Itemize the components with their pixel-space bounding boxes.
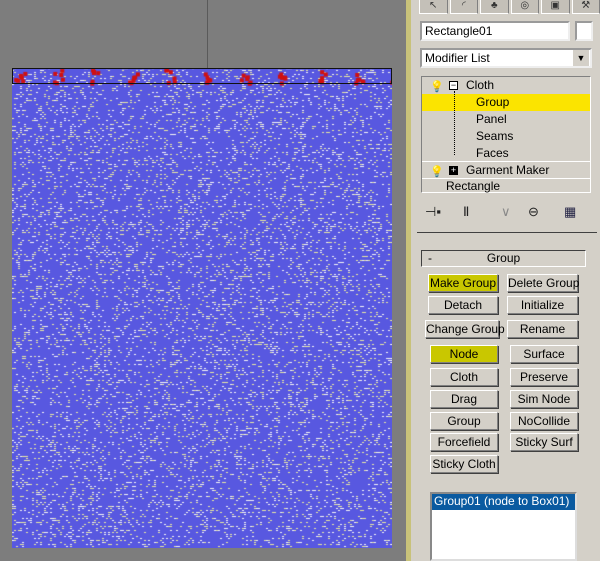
- stack-label: Panel: [476, 112, 507, 126]
- group-button[interactable]: Group: [430, 412, 498, 430]
- group-list-item[interactable]: Group01 (node to Box01): [432, 494, 575, 510]
- nocollide-button[interactable]: NoCollide: [510, 412, 578, 430]
- surface-button[interactable]: Surface: [510, 345, 578, 363]
- stack-label: Group: [476, 95, 510, 109]
- stack-subitem-group[interactable]: Group: [422, 94, 590, 111]
- make-unique-icon[interactable]: ∨: [501, 204, 511, 220]
- remove-modifier-icon[interactable]: ⊖: [528, 204, 539, 220]
- delete-group-button[interactable]: Delete Group: [507, 274, 579, 292]
- chevron-down-icon: ▼: [573, 50, 589, 66]
- cloth-mesh[interactable]: [12, 68, 392, 548]
- motion-tab-icon[interactable]: ◎: [510, 0, 539, 14]
- stack-item-cloth[interactable]: 💡 − Cloth: [422, 77, 590, 94]
- modifier-list-label: Modifier List: [425, 51, 490, 65]
- stack-label: Garment Maker: [466, 163, 550, 177]
- sticky-cloth-button[interactable]: Sticky Cloth: [430, 455, 498, 473]
- rollout-header-group[interactable]: - Group: [421, 250, 586, 267]
- modify-tab-icon[interactable]: ◜: [449, 0, 478, 14]
- group-list[interactable]: Group01 (node to Box01): [430, 492, 577, 561]
- tree-line: [454, 91, 455, 155]
- drag-button[interactable]: Drag: [430, 390, 498, 408]
- stack-item-garment-maker[interactable]: 💡 + Garment Maker: [422, 162, 590, 179]
- initialize-button[interactable]: Initialize: [507, 296, 578, 314]
- show-end-result-icon[interactable]: Ⅱ: [463, 204, 469, 220]
- stack-subitem-faces[interactable]: Faces: [422, 145, 590, 162]
- detach-button[interactable]: Detach: [428, 296, 498, 314]
- object-color-swatch[interactable]: [575, 21, 593, 41]
- modifier-list-dropdown[interactable]: Modifier List ▼: [420, 48, 592, 68]
- stack-subitem-seams[interactable]: Seams: [422, 128, 590, 145]
- collapse-icon[interactable]: −: [449, 81, 458, 90]
- preserve-button[interactable]: Preserve: [510, 368, 578, 386]
- sticky-surf-button[interactable]: Sticky Surf: [510, 433, 578, 451]
- hierarchy-tab-icon[interactable]: ♣: [480, 0, 509, 14]
- object-name-input[interactable]: Rectangle01: [420, 21, 570, 41]
- cloth-button[interactable]: Cloth: [430, 368, 498, 386]
- forcefield-button[interactable]: Forcefield: [430, 433, 498, 451]
- stack-label: Cloth: [466, 78, 495, 92]
- make-group-button[interactable]: Make Group: [428, 274, 498, 292]
- display-tab-icon[interactable]: ▣: [541, 0, 570, 14]
- create-tab-icon[interactable]: ↖: [419, 0, 448, 14]
- divider: [417, 232, 597, 233]
- viewport[interactable]: [0, 0, 406, 561]
- node-button[interactable]: Node: [430, 345, 498, 363]
- configure-modifier-sets-icon[interactable]: ▦: [564, 204, 576, 220]
- rollout-title: Group: [486, 251, 521, 265]
- command-panel: ↖ ◜ ♣ ◎ ▣ ⚒ Rectangle01 Modifier List ▼ …: [411, 0, 600, 561]
- selected-top-vertices: [12, 68, 392, 84]
- viewport-axis-line: [207, 0, 208, 70]
- stack-label: Seams: [476, 129, 514, 143]
- stack-item-rectangle[interactable]: Rectangle: [422, 178, 590, 195]
- pin-stack-icon[interactable]: ⊣▪: [425, 204, 441, 220]
- sim-node-button[interactable]: Sim Node: [510, 390, 578, 408]
- rename-button[interactable]: Rename: [507, 320, 578, 338]
- stack-subitem-panel[interactable]: Panel: [422, 111, 590, 128]
- modifier-stack[interactable]: 💡 − Cloth Group Panel Seams Faces 💡 + Garmen…: [421, 76, 591, 193]
- utilities-tab-icon[interactable]: ⚒: [571, 0, 600, 14]
- expand-icon[interactable]: +: [449, 166, 458, 175]
- change-group-button[interactable]: Change Group: [425, 320, 505, 338]
- stack-label: Faces: [476, 146, 509, 160]
- stack-label: Rectangle: [446, 179, 501, 193]
- collapse-indicator: -: [428, 251, 432, 265]
